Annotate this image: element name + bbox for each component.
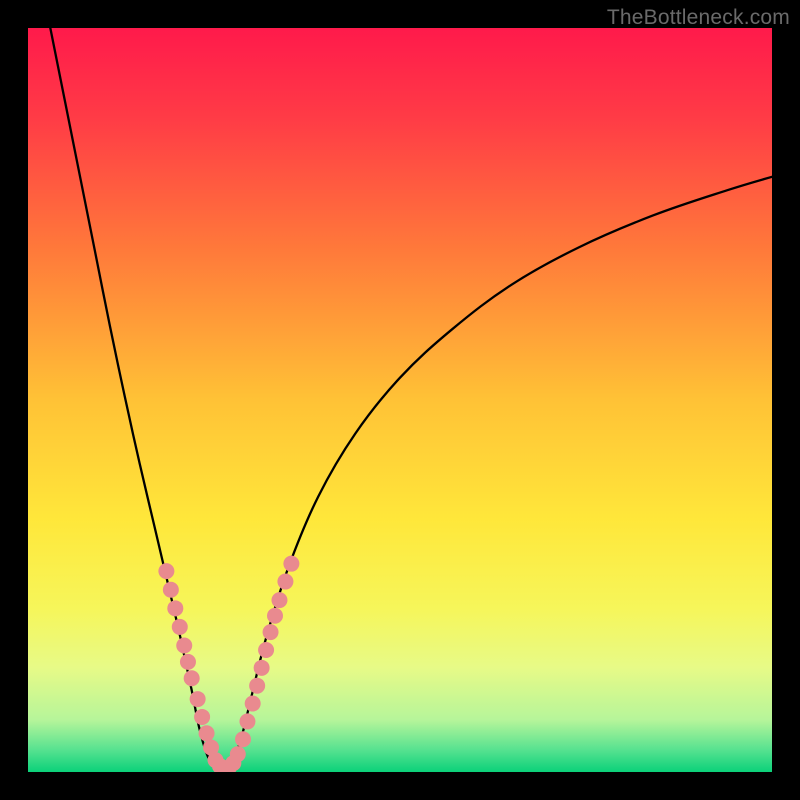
dots-layer [28,28,772,772]
data-dot [158,563,174,579]
data-dot [271,592,287,608]
data-dot [239,713,255,729]
data-dot [258,642,274,658]
data-dot [176,638,192,654]
watermark-text: TheBottleneck.com [607,6,790,30]
data-dot [190,691,206,707]
chart-frame: TheBottleneck.com [0,0,800,800]
data-dot [163,582,179,598]
data-dot [263,624,279,640]
data-dot [230,746,246,762]
data-dot [235,731,251,747]
data-dot [267,608,283,624]
data-dot [199,725,215,741]
data-dot [194,709,210,725]
data-dot [283,556,299,572]
data-dot [167,600,183,616]
data-dot [249,678,265,694]
data-dot [277,574,293,590]
data-dot [245,696,261,712]
data-dot [172,619,188,635]
plot-area [28,28,772,772]
data-dot [184,670,200,686]
data-dot [254,660,270,676]
data-dot [180,654,196,670]
